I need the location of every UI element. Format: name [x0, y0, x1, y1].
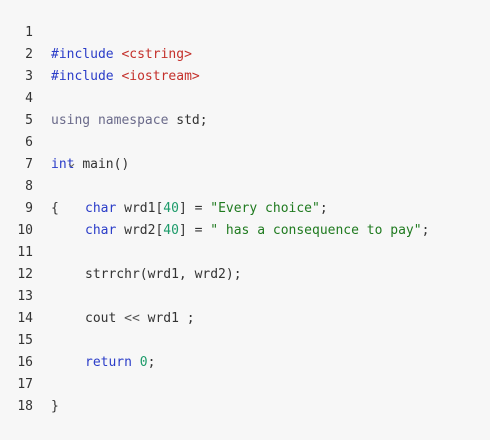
code-line-8: 8 char wrd1[40] = "Every choice";: [0, 154, 490, 216]
code-line-1: 1 #include <cstring>: [0, 0, 490, 62]
code-line-11: 11 strrchr(wrd1, wrd2);: [0, 220, 490, 282]
code-line-12: 12: [0, 242, 490, 282]
code-line-10: 10: [0, 198, 490, 238]
code-line-15: 15 return 0;: [0, 308, 490, 370]
code-line-16: 16: [0, 330, 490, 370]
code-line-13: 13 cout << wrd1 ;: [0, 264, 490, 326]
code-line-6: 6 int main(): [0, 110, 490, 172]
code-line-14: 14: [0, 286, 490, 326]
code-editor[interactable]: 1 #include <cstring> 2 #include <iostrea…: [0, 0, 490, 414]
line-number: 18: [17, 399, 33, 414]
code-line-7: 7 {: [0, 132, 490, 216]
code-text: }: [51, 399, 59, 414]
code-line-9: 9 char wrd2[40] = " has a consequence to…: [0, 176, 490, 238]
code-line-18: 18: [0, 374, 490, 414]
code-line-5: 5: [0, 88, 490, 128]
code-line-4: 4 using namespace std;: [0, 66, 490, 128]
code-line-3: 3: [0, 44, 490, 84]
code-line-2: 2 #include <iostream>: [0, 22, 490, 84]
code-line-17: 17 }: [0, 352, 490, 414]
